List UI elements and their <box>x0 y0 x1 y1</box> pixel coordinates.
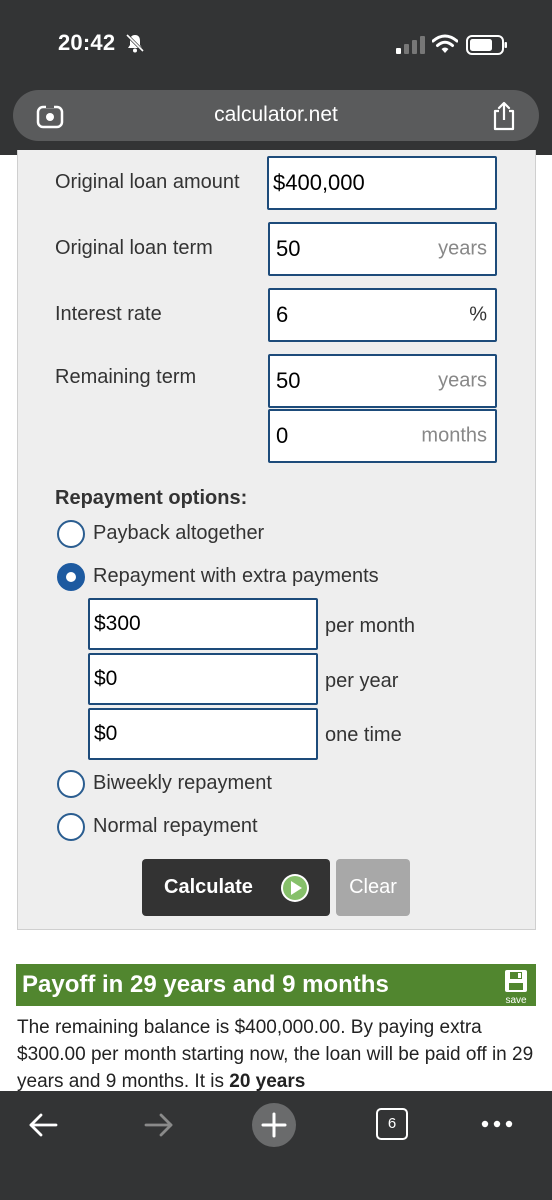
remaining-years-value: 50 <box>276 368 301 393</box>
remaining-term-label: Remaining term <box>55 366 197 388</box>
clear-label: Clear <box>349 876 397 898</box>
interest-rate-value: 6 <box>276 302 289 327</box>
new-tab-plus-icon[interactable] <box>252 1103 296 1147</box>
extra-monthly-value: $300 <box>94 612 141 635</box>
extra-onetime-label: one time <box>325 724 402 746</box>
extra-yearly-value: $0 <box>94 667 118 690</box>
extra-yearly-label: per year <box>325 670 399 692</box>
clear-button[interactable]: Clear <box>336 859 410 916</box>
calculate-button[interactable]: Calculate <box>142 859 330 916</box>
interest-rate-input[interactable]: 6 % <box>268 288 497 342</box>
original-amount-input[interactable]: $400,000 <box>267 156 497 210</box>
bell-muted-icon <box>125 33 145 53</box>
play-icon <box>281 874 309 902</box>
original-term-value: 50 <box>276 236 301 261</box>
address-bar[interactable]: calculator.net <box>13 90 539 141</box>
radio-payback-altogether[interactable] <box>57 520 85 548</box>
save-label: save <box>505 995 527 1006</box>
share-icon[interactable] <box>491 101 517 131</box>
repayment-options-title: Repayment options: <box>55 487 248 509</box>
remaining-months-input[interactable]: 0 months <box>268 409 497 463</box>
result-header: Payoff in 29 years and 9 months save <box>16 964 536 1006</box>
extra-onetime-value: $0 <box>94 722 118 745</box>
original-amount-value: $400,000 <box>273 170 365 195</box>
radio-normal[interactable] <box>57 813 85 841</box>
battery-icon <box>466 35 507 55</box>
calculate-label: Calculate <box>164 876 253 898</box>
normal-label[interactable]: Normal repayment <box>93 815 258 838</box>
payback-altogether-label[interactable]: Payback altogether <box>93 522 264 545</box>
floppy-icon <box>505 970 527 992</box>
result-text-bold: 20 years <box>229 1071 306 1092</box>
extra-onetime-input[interactable]: $0 <box>88 708 318 760</box>
biweekly-label[interactable]: Biweekly repayment <box>93 772 272 795</box>
original-term-unit: years <box>438 237 487 260</box>
interest-rate-unit: % <box>469 303 487 326</box>
extra-monthly-label: per month <box>325 615 416 637</box>
status-time: 20:42 <box>58 30 116 55</box>
remaining-months-unit: months <box>421 424 487 447</box>
more-dots-icon[interactable] <box>480 1118 514 1130</box>
original-amount-label: Original loan amount <box>55 171 240 193</box>
tabs-count-icon[interactable]: 6 <box>376 1108 408 1140</box>
url-text[interactable]: calculator.net <box>13 103 539 127</box>
original-term-input[interactable]: 50 years <box>268 222 497 276</box>
result-text: The remaining balance is $400,000.00. By… <box>17 1014 537 1095</box>
extra-yearly-input[interactable]: $0 <box>88 653 318 705</box>
save-icon[interactable]: save <box>502 969 530 1006</box>
extra-payments-label[interactable]: Repayment with extra payments <box>93 565 379 588</box>
forward-arrow-icon[interactable] <box>144 1112 174 1138</box>
top-browser-bar: 20:42 calculator.net <box>0 0 552 155</box>
radio-extra-payments[interactable] <box>57 563 85 591</box>
signal-icon <box>396 36 425 54</box>
extra-monthly-input[interactable]: $300 <box>88 598 318 650</box>
result-title: Payoff in 29 years and 9 months <box>22 971 389 998</box>
wifi-icon <box>432 34 458 53</box>
remaining-months-value: 0 <box>276 423 289 448</box>
interest-rate-label: Interest rate <box>55 303 162 325</box>
back-arrow-icon[interactable] <box>28 1112 58 1138</box>
remaining-years-unit: years <box>438 369 487 392</box>
remaining-years-input[interactable]: 50 years <box>268 354 497 408</box>
original-term-label: Original loan term <box>55 237 213 259</box>
radio-biweekly[interactable] <box>57 770 85 798</box>
